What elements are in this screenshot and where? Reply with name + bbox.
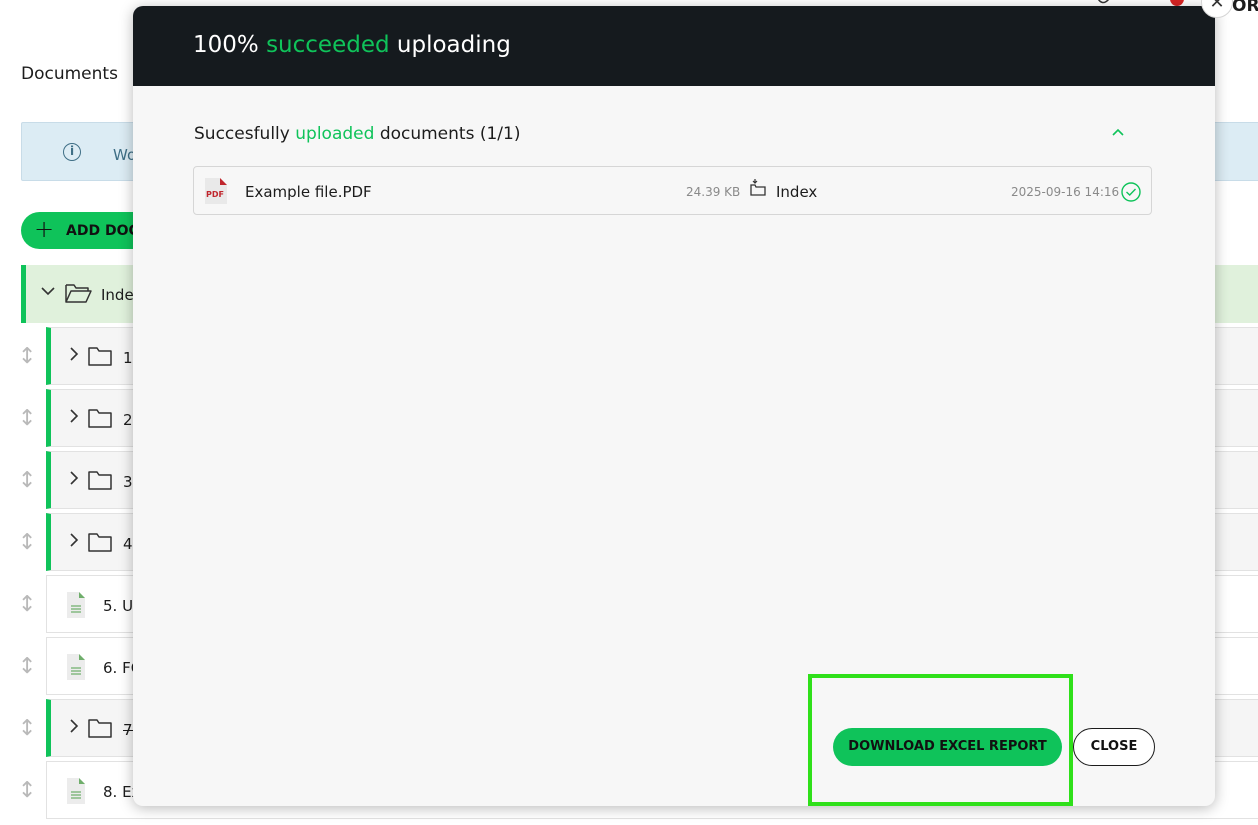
folder-icon	[87, 469, 113, 495]
drag-handle-icon[interactable]: ↕	[18, 715, 36, 743]
uploaded-file-row: PDF Example file.PDF 24.39 KB Index 2025…	[193, 166, 1152, 215]
document-icon	[65, 591, 87, 623]
drag-handle-icon[interactable]: ↕	[18, 653, 36, 681]
file-name: Example file.PDF	[245, 183, 372, 201]
drag-handle-icon[interactable]: ↕	[18, 405, 36, 433]
modal-title: 100% succeeded uploading	[193, 32, 511, 58]
folder-destination-icon	[749, 178, 767, 200]
drag-handle-icon[interactable]: ↕	[18, 467, 36, 495]
chevron-right-icon[interactable]	[66, 346, 82, 366]
chevron-right-icon[interactable]	[66, 408, 82, 428]
file-size: 24.39 KB	[686, 185, 741, 199]
chevron-right-icon[interactable]	[66, 718, 82, 738]
section-title-suffix: documents	[379, 124, 475, 144]
download-excel-report-button[interactable]: DOWNLOAD EXCEL REPORT	[833, 728, 1062, 766]
modal-title-action: uploading	[396, 32, 511, 58]
folder-icon	[87, 407, 113, 433]
modal-title-percent: 100%	[193, 32, 259, 58]
modal-title-status: succeeded	[266, 32, 390, 58]
uploaded-section-title: Succesfully uploaded documents (1/1)	[194, 124, 520, 144]
section-title-prefix: Succesfully	[194, 124, 290, 144]
add-document-label: ADD DOC	[66, 223, 139, 239]
folder-icon	[87, 345, 113, 371]
page-title: Documents	[21, 64, 118, 84]
pdf-icon: PDF	[204, 177, 228, 209]
destination-folder: Index	[776, 183, 818, 201]
info-icon: i	[63, 143, 81, 161]
chevron-right-icon[interactable]	[66, 532, 82, 552]
upload-date: 2025-09-16 14:16	[1011, 185, 1120, 199]
check-circle-icon	[1121, 182, 1141, 206]
document-icon	[65, 653, 87, 685]
top-right-text: OR	[1232, 0, 1258, 16]
section-title-highlight: uploaded	[295, 124, 375, 144]
drag-handle-icon[interactable]: ↕	[18, 529, 36, 557]
drag-handle-icon[interactable]: ↕	[18, 777, 36, 805]
drag-handle-icon[interactable]: ↕	[18, 343, 36, 371]
pdf-icon-label: PDF	[206, 190, 224, 199]
document-icon	[65, 777, 87, 809]
chevron-right-icon[interactable]	[66, 470, 82, 490]
folder-icon	[87, 531, 113, 557]
close-modal-button[interactable]: CLOSE	[1073, 728, 1155, 766]
section-title-count: (1/1)	[479, 124, 521, 144]
drag-handle-icon[interactable]: ↕	[18, 591, 36, 619]
modal-header: 100% succeeded uploading	[133, 6, 1215, 86]
chevron-down-icon[interactable]	[40, 283, 56, 303]
upload-result-modal: 100% succeeded uploading Succesfully upl…	[133, 6, 1215, 806]
chevron-up-icon[interactable]	[1110, 124, 1126, 140]
folder-open-icon	[64, 282, 92, 308]
folder-icon	[87, 717, 113, 743]
plus-icon: +	[34, 215, 55, 243]
